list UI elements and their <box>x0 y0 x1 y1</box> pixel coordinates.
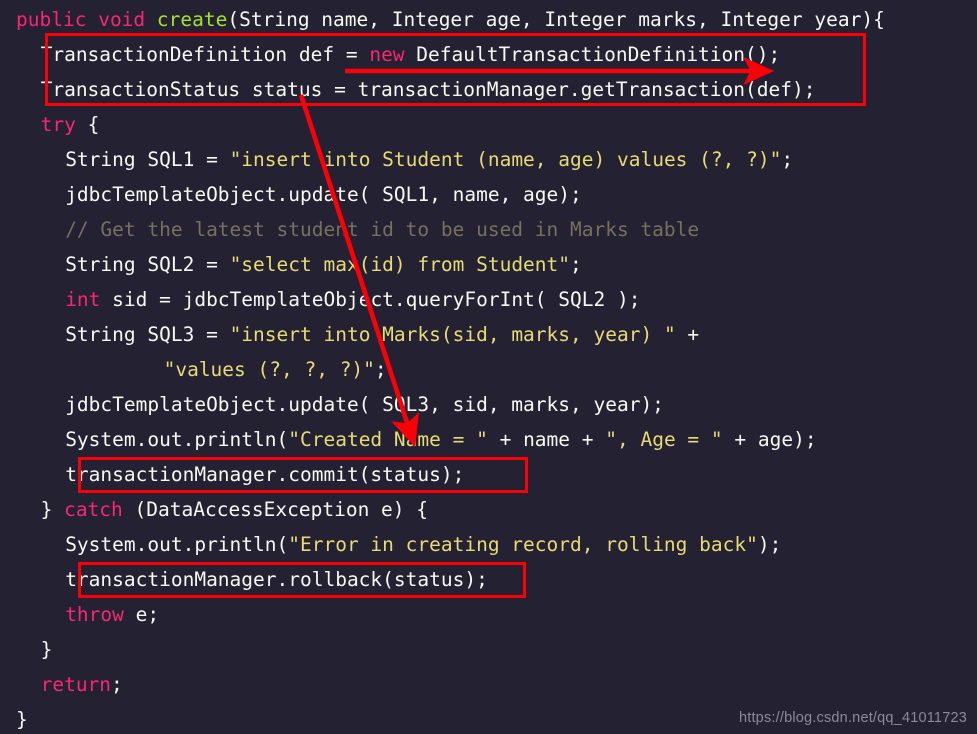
code-line: String SQL1 = "insert into Student (name… <box>0 142 977 177</box>
code-token: + name + <box>487 428 606 451</box>
code-token: public <box>16 8 87 31</box>
code-token: ); <box>757 533 782 556</box>
code-token: + <box>675 323 700 346</box>
code-token: sid = jdbcTemplateObject.queryForInt( SQ… <box>100 288 641 311</box>
code-screenshot: public void create(String name, Integer … <box>0 0 977 734</box>
code-token: String SQL3 = <box>65 323 230 346</box>
code-token: "Error in creating record, rolling back" <box>288 533 758 556</box>
code-token: create <box>156 8 228 31</box>
code-line: } <box>0 632 977 667</box>
code-line: return; <box>0 667 977 702</box>
code-line: // Get the latest student id to be used … <box>0 212 977 247</box>
code-token: (String name, Integer age, Integer marks… <box>227 8 885 31</box>
code-token: jdbcTemplateObject.update( SQL3, sid, ma… <box>65 393 664 416</box>
code-token: "insert into Marks(sid, marks, year) " <box>229 323 676 346</box>
code-token: ; <box>781 148 794 171</box>
code-line: String SQL2 = "select max(id) from Stude… <box>0 247 977 282</box>
code-token: try <box>40 113 76 136</box>
code-token: } <box>40 638 53 661</box>
code-token: } <box>40 498 65 521</box>
code-token: catch <box>64 498 123 521</box>
code-token: String SQL2 = <box>65 253 230 276</box>
code-token: return <box>40 673 112 696</box>
code-token: TransactionStatus status = transactionMa… <box>40 78 816 101</box>
code-token: "values (?, ?, ?)" <box>163 358 375 381</box>
code-token: System.out.println( <box>65 428 289 451</box>
code-token: { <box>75 113 100 136</box>
code-token: System.out.println( <box>65 533 289 556</box>
code-token: "select max(id) from Student" <box>229 253 571 276</box>
code-token: DefaultTransactionDefinition(); <box>404 43 781 66</box>
code-token: e; <box>123 603 160 626</box>
code-block: public void create(String name, Integer … <box>0 0 977 734</box>
code-token: + age); <box>722 428 817 451</box>
code-token: // Get the latest student id to be used … <box>65 218 700 241</box>
code-token: ; <box>374 358 387 381</box>
code-line: System.out.println("Created Name = " + n… <box>0 422 977 457</box>
code-line: } catch (DataAccessException e) { <box>0 492 977 527</box>
code-token: "insert into Student (name, age) values … <box>229 148 782 171</box>
code-token: void <box>98 8 146 31</box>
code-token: String SQL1 = <box>65 148 230 171</box>
code-token: transactionManager.commit(status); <box>65 463 465 486</box>
code-line: public void create(String name, Integer … <box>0 2 977 37</box>
code-token: (DataAccessException e) { <box>122 498 429 521</box>
code-line: jdbcTemplateObject.update( SQL3, sid, ma… <box>0 387 977 422</box>
code-token: throw <box>65 603 124 626</box>
code-line: System.out.println("Error in creating re… <box>0 527 977 562</box>
code-token: int <box>65 288 101 311</box>
code-line: "values (?, ?, ?)"; <box>0 352 977 387</box>
code-line: jdbcTemplateObject.update( SQL1, name, a… <box>0 177 977 212</box>
watermark-url: https://blog.csdn.net/qq_41011723 <box>738 710 967 726</box>
code-line: String SQL3 = "insert into Marks(sid, ma… <box>0 317 977 352</box>
code-line: throw e; <box>0 597 977 632</box>
code-token: ", Age = " <box>605 428 723 451</box>
code-token: ; <box>111 673 123 696</box>
code-token: TransactionDefinition def = <box>40 43 370 66</box>
code-line: TransactionDefinition def = new DefaultT… <box>0 37 977 72</box>
code-line: transactionManager.rollback(status); <box>0 562 977 597</box>
code-line: int sid = jdbcTemplateObject.queryForInt… <box>0 282 977 317</box>
code-line: transactionManager.commit(status); <box>0 457 977 492</box>
code-token: "Created Name = " <box>288 428 488 451</box>
code-line: TransactionStatus status = transactionMa… <box>0 72 977 107</box>
code-token: jdbcTemplateObject.update( SQL1, name, a… <box>65 183 582 206</box>
code-token: ; <box>570 253 582 276</box>
code-line: try { <box>0 107 977 142</box>
code-token: } <box>16 708 28 731</box>
code-token: new <box>369 43 405 66</box>
code-token: transactionManager.rollback(status); <box>65 568 488 591</box>
